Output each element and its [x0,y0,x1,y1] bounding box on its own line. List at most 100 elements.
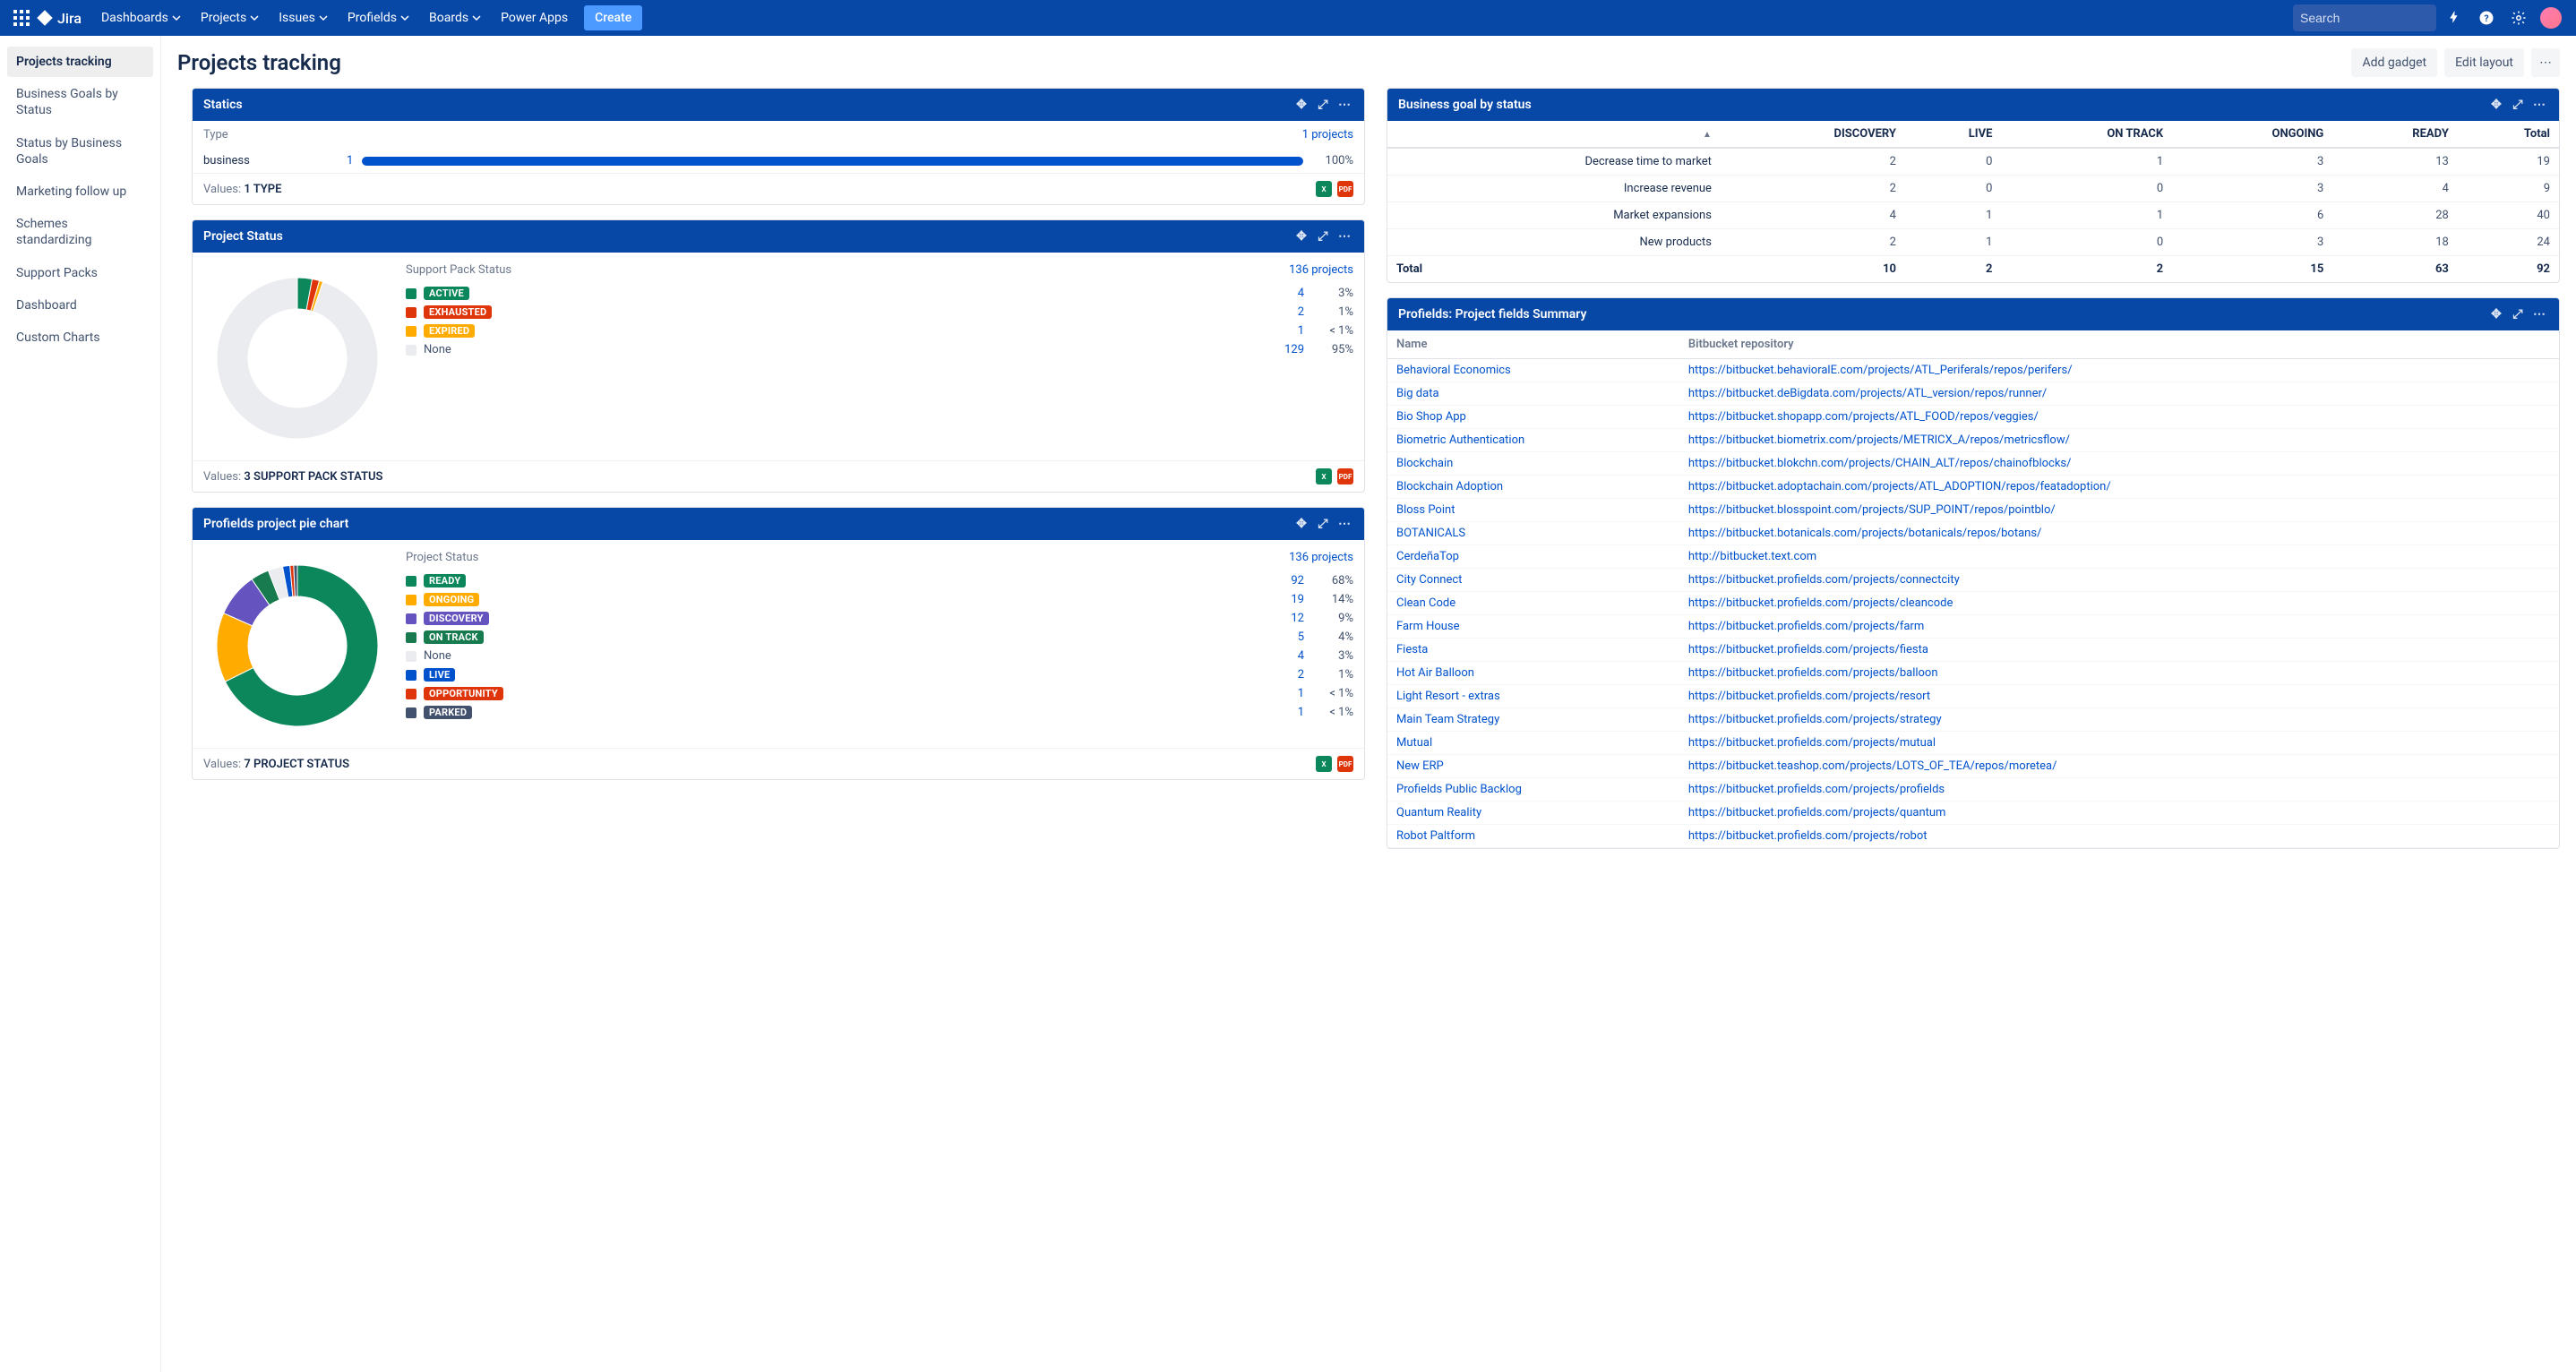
table-header[interactable]: Bitbucket repository [1679,330,2559,359]
project-name-link[interactable]: Robot Paltform [1396,829,1475,843]
gadget-more-icon[interactable]: ⋯ [2530,96,2548,114]
project-name-link[interactable]: Main Team Strategy [1396,713,1499,726]
gadget-more-icon[interactable]: ⋯ [2530,305,2548,323]
sidebar-item[interactable]: Projects tracking [7,47,153,77]
repo-link[interactable]: https://bitbucket.profields.com/projects… [1688,620,1924,633]
table-header[interactable]: ON TRACK [2001,121,2172,148]
repo-link[interactable]: https://bitbucket.profields.com/projects… [1688,806,1946,819]
dashboard-more-button[interactable]: ⋯ [2531,48,2560,77]
repo-link[interactable]: https://bitbucket.adoptachain.com/projec… [1688,480,2111,493]
repo-link[interactable]: https://bitbucket.deBigdata.com/projects… [1688,387,2047,400]
project-name-link[interactable]: Clean Code [1396,596,1455,610]
table-header[interactable]: Name [1387,330,1679,359]
project-name-link[interactable]: CerdeñaTop [1396,550,1459,563]
project-name-link[interactable]: Profields Public Backlog [1396,783,1522,796]
legend-count[interactable]: 2 [1259,305,1304,319]
sidebar-item[interactable]: Custom Charts [7,322,153,353]
repo-link[interactable]: https://bitbucket.shopapp.com/projects/A… [1688,410,2039,424]
legend-count[interactable]: 12 [1259,612,1304,625]
project-name-link[interactable]: Hot Air Balloon [1396,666,1474,680]
project-name-link[interactable]: Fiesta [1396,643,1428,656]
legend-count[interactable]: 1 [1259,687,1304,700]
app-switcher-icon[interactable] [11,7,32,29]
project-name-link[interactable]: Biometric Authentication [1396,433,1524,447]
project-name-link[interactable]: Bloss Point [1396,503,1455,517]
table-header[interactable]: DISCOVERY [1721,121,1905,148]
move-icon[interactable]: ✥ [1292,96,1310,114]
add-gadget-button[interactable]: Add gadget [2351,48,2437,77]
project-name-link[interactable]: Farm House [1396,620,1460,633]
sidebar-item[interactable]: Schemes standardizing [7,209,153,255]
repo-link[interactable]: https://bitbucket.blokchn.com/projects/C… [1688,457,2072,470]
sidebar-item[interactable]: Dashboard [7,290,153,321]
export-excel-icon[interactable]: X [1316,468,1332,484]
move-icon[interactable]: ✥ [2487,96,2505,114]
expand-icon[interactable]: ⤢ [2509,96,2527,114]
legend-count[interactable]: 4 [1259,287,1304,300]
repo-link[interactable]: https://bitbucket.behavioralE.com/projec… [1688,364,2073,377]
project-name-link[interactable]: BOTANICALS [1396,527,1465,540]
search-input[interactable] [2300,11,2462,25]
repo-link[interactable]: https://bitbucket.profields.com/projects… [1688,736,1936,750]
legend-count[interactable]: 92 [1259,574,1304,587]
sidebar-item[interactable]: Status by Business Goals [7,128,153,175]
legend-count[interactable]: 1 [1259,706,1304,719]
project-name-link[interactable]: Mutual [1396,736,1432,750]
export-excel-icon[interactable]: X [1316,756,1332,772]
expand-icon[interactable]: ⤢ [1314,96,1332,114]
gadget-more-icon[interactable]: ⋯ [1335,96,1353,114]
projects-count-link[interactable]: 136 projects [1289,263,1353,277]
repo-link[interactable]: https://bitbucket.profields.com/projects… [1688,829,1928,843]
nav-item-issues[interactable]: Issues [270,5,337,30]
legend-count[interactable]: 4 [1259,649,1304,663]
project-name-link[interactable]: Light Resort - extras [1396,690,1500,703]
repo-link[interactable]: https://bitbucket.profields.com/projects… [1688,643,1928,656]
project-name-link[interactable]: Big data [1396,387,1439,400]
repo-link[interactable]: https://bitbucket.profields.com/projects… [1688,783,1945,796]
repo-link[interactable]: https://bitbucket.biometrix.com/projects… [1688,433,2070,447]
projects-count-link[interactable]: 1 projects [1302,128,1353,141]
stat-row-count[interactable]: 1 [347,154,353,167]
gadget-more-icon[interactable]: ⋯ [1335,227,1353,245]
edit-layout-button[interactable]: Edit layout [2444,48,2524,77]
repo-link[interactable]: http://bitbucket.text.com [1688,550,1816,563]
expand-icon[interactable]: ⤢ [1314,227,1332,245]
export-pdf-icon[interactable]: PDF [1337,468,1353,484]
sidebar-item[interactable]: Business Goals by Status [7,79,153,125]
repo-link[interactable]: https://bitbucket.blosspoint.com/project… [1688,503,2056,517]
project-name-link[interactable]: Blockchain [1396,457,1453,470]
expand-icon[interactable]: ⤢ [2509,305,2527,323]
repo-link[interactable]: https://bitbucket.botanicals.com/project… [1688,527,2042,540]
create-button[interactable]: Create [584,5,642,30]
project-name-link[interactable]: New ERP [1396,759,1444,773]
sidebar-item[interactable]: Marketing follow up [7,176,153,207]
project-name-link[interactable]: Bio Shop App [1396,410,1466,424]
repo-link[interactable]: https://bitbucket.profields.com/projects… [1688,713,1942,726]
nav-item-power-apps[interactable]: Power Apps [492,5,577,30]
move-icon[interactable]: ✥ [2487,305,2505,323]
legend-count[interactable]: 19 [1259,593,1304,606]
project-name-link[interactable]: Blockchain Adoption [1396,480,1503,493]
project-name-link[interactable]: Quantum Reality [1396,806,1481,819]
profile-avatar[interactable] [2537,4,2565,32]
repo-link[interactable]: https://bitbucket.profields.com/projects… [1688,573,1960,587]
gadget-more-icon[interactable]: ⋯ [1335,515,1353,533]
repo-link[interactable]: https://bitbucket.profields.com/projects… [1688,596,1953,610]
jira-logo[interactable]: Jira [36,9,82,27]
legend-count[interactable]: 2 [1259,668,1304,682]
export-pdf-icon[interactable]: PDF [1337,181,1353,197]
expand-icon[interactable]: ⤢ [1314,515,1332,533]
sort-icon[interactable]: ▲ [1703,130,1712,140]
move-icon[interactable]: ✥ [1292,227,1310,245]
nav-item-profields[interactable]: Profields [339,5,418,30]
settings-icon[interactable] [2504,4,2533,32]
projects-count-link[interactable]: 136 projects [1289,551,1353,564]
nav-item-dashboards[interactable]: Dashboards [92,5,190,30]
help-icon[interactable]: ? [2472,4,2501,32]
nav-item-projects[interactable]: Projects [192,5,268,30]
export-pdf-icon[interactable]: PDF [1337,756,1353,772]
table-header[interactable]: LIVE [1905,121,2001,148]
repo-link[interactable]: https://bitbucket.profields.com/projects… [1688,666,1938,680]
project-name-link[interactable]: Behavioral Economics [1396,364,1511,377]
repo-link[interactable]: https://bitbucket.teashop.com/projects/L… [1688,759,2057,773]
